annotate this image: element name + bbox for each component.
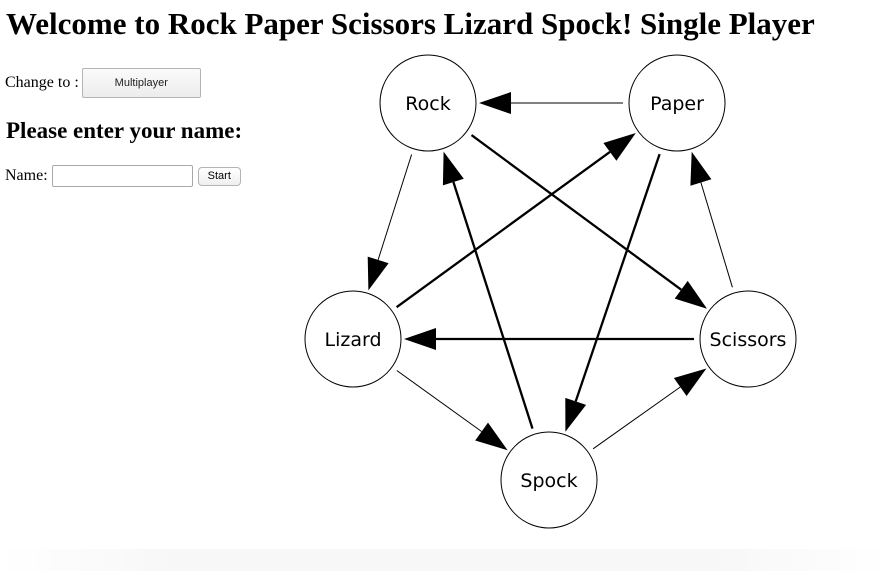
arrowhead [690,151,712,186]
edge-line [592,386,681,450]
edge-line [396,370,482,432]
edge-line [452,181,534,429]
edge-paper-to-rock [479,92,623,114]
edge-scissors-to-paper [690,151,733,288]
edge-line [574,153,661,402]
node-label-paper: Paper [650,93,704,115]
arrowhead [674,280,707,309]
node-scissors: Scissors [699,290,797,388]
node-label-scissors: Scissors [710,329,787,351]
edge-line [700,182,733,288]
edge-scissors-to-lizard [404,328,694,350]
edge-line [377,154,413,261]
edge-line [395,150,611,309]
arrowhead [479,92,511,114]
node-label-rock: Rock [405,93,450,115]
node-spock: Spock [500,431,598,529]
edge-rock-to-scissors [470,134,707,309]
arrowhead [475,422,508,451]
arrowhead [673,368,707,396]
edge-spock-to-scissors [592,368,707,450]
node-label-spock: Spock [520,470,577,492]
arrowhead [442,151,464,186]
edge-lizard-to-paper [395,133,636,309]
bottom-shadow [0,549,891,571]
node-paper: Paper [628,54,726,152]
arrowhead [565,397,587,432]
rules-diagram: Rock Paper Scissors Lizard Spock [304,54,797,529]
edge-paper-to-spock [565,153,661,432]
edge-lizard-to-spock [396,370,508,451]
edge-rock-to-lizard [367,154,413,291]
arrowhead [404,328,436,350]
rules-nodes: Rock Paper Scissors Lizard Spock [304,54,797,529]
edge-spock-to-rock [442,151,534,429]
node-label-lizard: Lizard [324,329,381,351]
arrowhead [367,256,389,291]
arrowhead [603,133,636,161]
node-rock: Rock [379,54,477,152]
edge-line [470,134,682,291]
node-lizard: Lizard [304,290,402,388]
